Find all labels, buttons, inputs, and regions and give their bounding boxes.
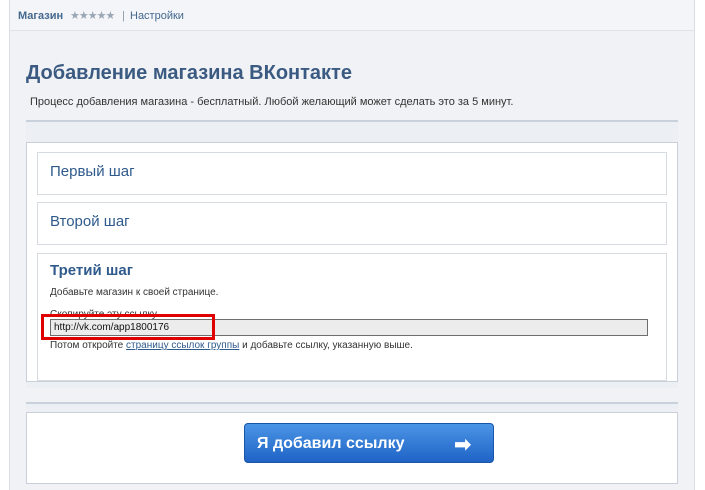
link-added-button[interactable]: Я добавил ссылку ➡ (244, 423, 494, 463)
step-title: Третий шаг (50, 262, 133, 279)
step-title: Второй шаг (50, 213, 130, 230)
step-title: Первый шаг (50, 163, 135, 180)
button-section: Я добавил ссылку ➡ (26, 402, 678, 484)
button-panel: Я добавил ссылку ➡ (26, 412, 678, 484)
breadcrumb-settings-link[interactable]: Настройки (130, 10, 184, 22)
instructions-suffix: и добавьте ссылку, указанную выше. (239, 340, 413, 351)
top-bar: Магазин ★★★★★ | Настройки (10, 0, 694, 31)
group-links-page-link[interactable]: страницу ссылок группы (126, 340, 239, 351)
steps-section: Первый шаг Второй шаг Третий шаг Добавьт… (26, 120, 678, 388)
highlight-box (41, 314, 215, 340)
button-label: Я добавил ссылку (257, 435, 405, 452)
breadcrumb-separator: | (122, 10, 125, 22)
instructions-prefix: Потом откройте (50, 340, 127, 351)
rating-stars-icon: ★★★★★ (70, 10, 115, 22)
step-second[interactable]: Второй шаг (37, 202, 667, 245)
step-first[interactable]: Первый шаг (37, 152, 667, 195)
step-third: Третий шаг Добавьте магазин к своей стра… (37, 253, 667, 381)
page-title: Добавление магазина ВКонтакте (26, 62, 352, 84)
arrow-right-icon: ➡ (454, 434, 471, 456)
instructions-text: Потом откройте страницу ссылок группы и … (50, 340, 413, 351)
app-page: Магазин ★★★★★ | Настройки Добавление маг… (9, 0, 695, 490)
breadcrumb-app-link[interactable]: Магазин (18, 10, 63, 22)
steps-panel: Первый шаг Второй шаг Третий шаг Добавьт… (26, 142, 678, 382)
page-subtitle: Процесс добавления магазина - бесплатный… (30, 96, 514, 108)
step-description: Добавьте магазин к своей странице. (50, 287, 219, 298)
